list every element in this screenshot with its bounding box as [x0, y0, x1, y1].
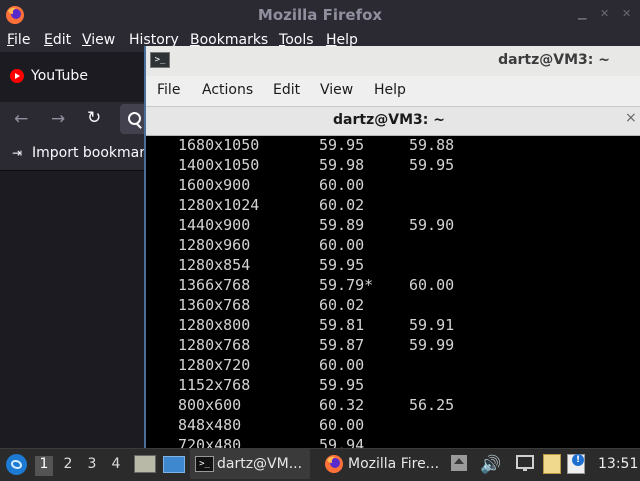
output-row: 1366x768 59.79* 60.00 [178, 276, 455, 294]
terminal-menu-help[interactable]: Help [374, 82, 406, 98]
terminal-menu-edit[interactable]: Edit [273, 82, 300, 98]
firefox-titlebar: Mozilla Firefox ▁ ✕ ✕ [0, 0, 640, 30]
forward-arrow-icon[interactable]: → [51, 109, 65, 129]
back-arrow-icon[interactable]: ← [14, 109, 28, 129]
network-icon[interactable] [516, 455, 534, 471]
terminal-menu-actions[interactable]: Actions [202, 82, 253, 98]
output-row: 1280x1024 60.02 [178, 196, 365, 214]
output-row: 1152x768 59.95 [178, 376, 365, 394]
minimize-icon[interactable]: ▁ [578, 7, 586, 20]
close-tab-icon[interactable]: × [625, 110, 637, 126]
clipboard-icon[interactable] [543, 454, 561, 474]
tab-youtube[interactable]: YouTube [31, 68, 88, 84]
taskbar-firefox-label: Mozilla Fire... [348, 456, 440, 472]
workspace-4[interactable]: 4 [107, 456, 125, 476]
eject-icon[interactable] [451, 455, 467, 471]
terminal-menubar: File Actions Edit View Help [146, 76, 640, 107]
reload-icon[interactable]: ↻ [87, 108, 101, 128]
terminal-icon: >_ [150, 52, 170, 68]
output-row: 1680x1050 59.95 59.88 [178, 136, 455, 154]
output-row: 848x480 60.00 [178, 416, 365, 434]
output-row: 1280x800 59.81 59.91 [178, 316, 455, 334]
taskbar-terminal-label: dartz@VM... [217, 456, 303, 472]
update-icon[interactable]: ! [572, 454, 584, 466]
firefox-icon [325, 455, 343, 473]
terminal-title: dartz@VM3: ~ [498, 52, 610, 68]
window-title: Mozilla Firefox [257, 6, 383, 24]
volume-icon[interactable]: 🔊 [480, 455, 501, 475]
output-row: 1280x854 59.95 [178, 256, 365, 274]
workspace-1[interactable]: 1 [35, 456, 53, 476]
output-row: 1280x768 59.87 59.99 [178, 336, 455, 354]
terminal-tab[interactable]: dartz@VM3: ~ [146, 112, 632, 128]
terminal-menu-file[interactable]: File [157, 82, 180, 98]
terminal-tabbar: dartz@VM3: ~ × [146, 107, 640, 136]
show-desktop-icon[interactable] [163, 456, 185, 473]
menu-file[interactable]: File [7, 32, 30, 48]
output-row: 1360x768 60.02 [178, 296, 365, 314]
clock[interactable]: 13:51 [598, 456, 638, 472]
start-menu-icon[interactable] [6, 454, 27, 475]
output-row: 1440x900 59.89 59.90 [178, 216, 455, 234]
youtube-icon [10, 69, 24, 83]
terminal-window[interactable]: >_ dartz@VM3: ~ File Actions Edit View H… [144, 46, 640, 456]
terminal-icon: >_ [195, 456, 214, 472]
output-row: 1400x1050 59.98 59.95 [178, 156, 455, 174]
terminal-menu-view[interactable]: View [320, 82, 353, 98]
file-manager-icon[interactable] [134, 455, 156, 473]
output-row: 1280x720 60.00 [178, 356, 365, 374]
menu-view[interactable]: View [82, 32, 115, 48]
taskbar-terminal-button[interactable]: >_ dartz@VM... [190, 449, 310, 479]
output-row: 1280x960 60.00 [178, 236, 365, 254]
output-row: 800x600 60.32 56.25 [178, 396, 455, 414]
menu-edit[interactable]: Edit [44, 32, 71, 48]
taskbar-firefox-button[interactable]: Mozilla Fire... [320, 449, 444, 479]
terminal-titlebar[interactable]: >_ dartz@VM3: ~ [146, 46, 640, 76]
workspace-3[interactable]: 3 [83, 456, 101, 476]
output-row: 1600x900 60.00 [178, 176, 365, 194]
workspace-2[interactable]: 2 [59, 456, 77, 476]
import-icon: ⇥ [12, 146, 23, 160]
close-icon[interactable]: ✕ [622, 7, 631, 20]
terminal-output[interactable]: 1680x1050 59.95 59.88 1400x1050 59.98 59.95 … [146, 136, 640, 456]
maximize-icon[interactable]: ✕ [600, 7, 609, 20]
